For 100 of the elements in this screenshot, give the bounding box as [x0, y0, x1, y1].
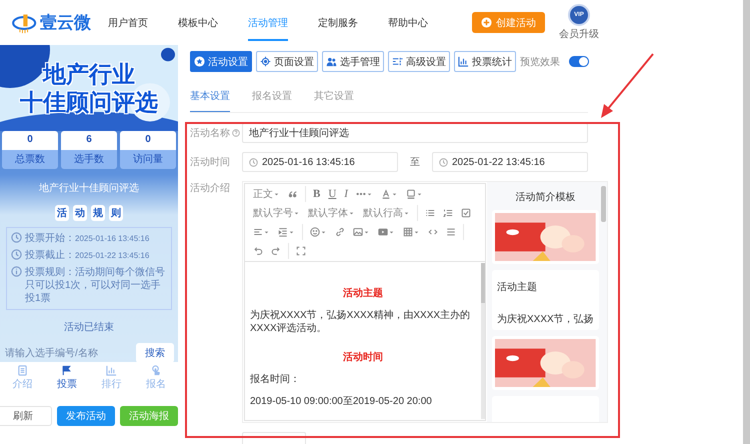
bar-chart-icon — [106, 365, 117, 376]
field-label: 活动介绍 — [190, 182, 230, 195]
bottom-tab[interactable]: 投票 — [56, 365, 77, 391]
stat-label: 选手数 — [74, 152, 104, 166]
caret-icon — [293, 210, 300, 216]
caret-icon — [403, 210, 410, 216]
content-heading: 活动时间 — [342, 350, 384, 364]
vip-label[interactable]: 会员升级 — [559, 27, 599, 41]
editor-dropdown[interactable]: 默认行高 — [359, 205, 414, 221]
settings-tab-button[interactable]: 高级设置 — [388, 51, 450, 72]
caret-icon — [273, 190, 280, 198]
caret-icon — [413, 228, 420, 236]
banner-title: 地产行业 — [43, 60, 135, 88]
caret-icon — [363, 228, 370, 236]
clock-icon — [439, 158, 448, 166]
status-text: 活动已结束 — [63, 320, 115, 335]
banner-title: 十佳顾问评选 — [20, 88, 158, 116]
rules-title-char: 规 — [91, 205, 105, 221]
scrollbar[interactable] — [600, 186, 606, 222]
preview-action-button[interactable]: 发布活动 — [57, 406, 115, 426]
rule-text: 投票开始：2025-01-16 13:45:16 — [25, 232, 150, 245]
clock-icon — [11, 232, 22, 243]
search-field[interactable]: 请输入选手编号/名称 — [5, 346, 98, 360]
template-text: 为庆祝XXXX节，弘扬 — [497, 312, 594, 326]
emoji-icon — [310, 227, 320, 237]
search-button[interactable]: 搜索 — [136, 343, 174, 363]
caret-icon — [416, 190, 423, 198]
editor-dropdown[interactable]: 默认字号 — [249, 205, 304, 221]
caret-icon — [348, 210, 355, 216]
caret-icon — [388, 228, 395, 236]
template-title: 活动主题 — [497, 280, 538, 294]
preview-toggle[interactable] — [569, 56, 589, 67]
caret-icon — [390, 190, 398, 198]
content-paragraph: 报名时间： — [250, 373, 301, 386]
content-paragraph: 2019-05-10 09:00:00至2019-05-20 20:00 — [250, 395, 433, 408]
stat-label: 总票数 — [15, 152, 45, 166]
field-label: 活动时间 — [190, 156, 230, 169]
subtab[interactable]: 基本设置 — [190, 85, 230, 112]
sliders-icon — [392, 56, 403, 67]
caret-icon — [320, 228, 327, 236]
activity-name: 地产行业十佳顾问评选 — [38, 182, 140, 195]
nav-tab[interactable]: 用户首页 — [108, 4, 148, 41]
checkbox-icon — [461, 208, 471, 218]
undo-icon — [253, 246, 263, 256]
table-icon — [403, 227, 413, 237]
align-icon — [253, 227, 263, 237]
link-icon — [335, 227, 345, 237]
video-icon — [378, 227, 388, 237]
editor-dropdown[interactable]: 默认字体 — [304, 205, 359, 221]
nav-tab[interactable]: 帮助中心 — [388, 4, 428, 41]
stat-value: 0 — [145, 134, 151, 146]
create-activity-button[interactable]: 创建活动 — [472, 12, 545, 33]
settings-tab-button[interactable]: 页面设置 — [256, 51, 318, 72]
numbered-list-icon — [443, 208, 453, 218]
subtab[interactable]: 其它设置 — [314, 85, 354, 112]
logo-icon — [12, 12, 38, 34]
start-date-field[interactable]: 2025-01-16 13:45:16 — [242, 152, 398, 172]
hand-icon — [150, 365, 162, 376]
nav-tab[interactable]: 定制服务 — [318, 4, 358, 41]
rules-title-char: 活 — [55, 205, 69, 221]
clock-icon — [249, 158, 258, 166]
quote-icon — [288, 189, 298, 199]
stat-value: 0 — [27, 134, 33, 146]
background-color-icon — [406, 189, 416, 199]
caret-icon — [366, 190, 373, 198]
scrollbar[interactable] — [481, 263, 485, 419]
help-icon — [232, 129, 240, 137]
caret-icon — [288, 228, 295, 236]
indent-icon — [278, 227, 288, 237]
range-separator: 至 — [410, 156, 420, 169]
format-button[interactable]: I — [340, 186, 352, 202]
clock-icon — [11, 249, 22, 260]
code-icon — [428, 227, 438, 237]
image-icon — [353, 227, 363, 237]
subtab[interactable]: 报名设置 — [252, 85, 292, 112]
format-dropdown[interactable]: 正文 — [249, 186, 284, 202]
rules-title-char: 动 — [73, 205, 87, 221]
flag-icon — [61, 365, 72, 376]
plus-icon — [481, 17, 492, 28]
scrollbar[interactable] — [743, 0, 750, 444]
format-button[interactable]: B — [309, 186, 324, 202]
input-field[interactable] — [242, 432, 306, 444]
redo-icon — [271, 246, 281, 256]
preview-action-button[interactable]: 刷新 — [0, 406, 52, 426]
gear-icon — [260, 56, 271, 67]
template-card[interactable]: 活动主题 为庆祝XXXX节，弘扬 — [492, 270, 599, 330]
settings-tab-button[interactable]: 活动设置 — [190, 51, 252, 72]
end-date-field[interactable]: 2025-01-22 13:45:16 — [432, 152, 588, 172]
rules-title-char: 则 — [109, 205, 123, 221]
nav-tab[interactable]: 活动管理 — [248, 4, 288, 41]
content-heading: 活动主题 — [342, 286, 384, 300]
settings-tab-button[interactable]: 投票统计 — [454, 51, 516, 72]
font-color-icon — [380, 189, 391, 199]
panel-title: 活动简介模板 — [514, 190, 576, 205]
nav-tab[interactable]: 模板中心 — [178, 4, 218, 41]
format-button[interactable]: U — [324, 186, 340, 202]
rule-text: 投票截止：2025-01-22 13:45:16 — [25, 249, 150, 262]
settings-tab-button[interactable]: 选手管理 — [322, 51, 384, 72]
name-field[interactable]: 地产行业十佳顾问评选 — [242, 123, 588, 143]
rule-text: 投票规则：活动期间每个微信号只可以投1次，可以对同一选手投1票 — [25, 266, 166, 305]
